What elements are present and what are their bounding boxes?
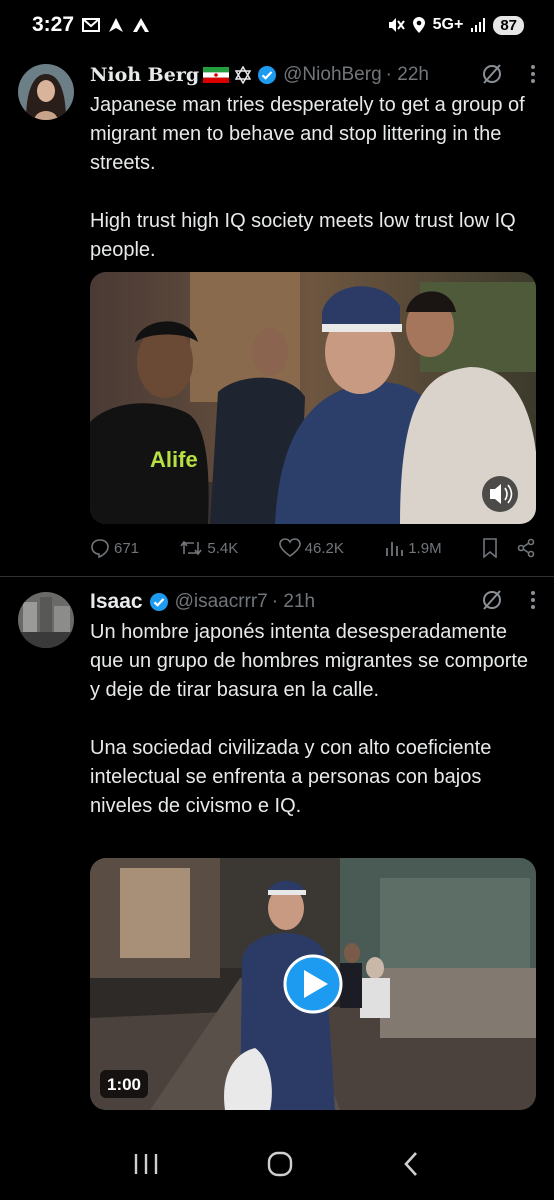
tweet-paragraph: High trust high IQ society meets low tru…: [90, 210, 516, 261]
status-left: 3:27: [32, 13, 150, 37]
views-icon: [386, 542, 404, 556]
timestamp[interactable]: · 21h: [272, 591, 315, 613]
video-player[interactable]: 1:00: [90, 858, 536, 1110]
tweet-header: Isaac @isaacrrr7 · 21h: [90, 590, 536, 614]
like-button[interactable]: 46.2K: [278, 538, 344, 558]
recent-apps-icon[interactable]: [133, 1152, 159, 1176]
heart-icon: [278, 538, 301, 557]
display-name[interactable]: Isaac: [90, 590, 143, 614]
video-duration: 1:00: [107, 1075, 141, 1094]
handle[interactable]: @isaacrrr7: [175, 591, 268, 613]
header-actions: [480, 588, 536, 612]
verified-badge-icon: [257, 65, 277, 85]
timestamp[interactable]: · 22h: [386, 64, 429, 86]
avatar[interactable]: [18, 64, 74, 120]
video-thumbnail: 1:00: [90, 858, 536, 1110]
avatar[interactable]: [18, 592, 74, 648]
battery-indicator: 87: [493, 15, 524, 35]
header-actions: [480, 62, 536, 86]
location-icon: [412, 16, 426, 34]
like-count: 46.2K: [304, 539, 344, 557]
tweet-text: Un hombre japonés intenta desesperadamen…: [90, 618, 536, 821]
handle[interactable]: @NiohBerg: [283, 64, 382, 86]
more-options-icon[interactable]: [530, 64, 536, 84]
action-bar: 671 5.4K 46.2K 1.9M: [90, 538, 536, 558]
system-nav-bar: [0, 1128, 554, 1200]
status-right: 5G+ 87: [387, 15, 524, 35]
status-bar: 3:27 5G+ 87: [0, 0, 554, 50]
tweet[interactable]: Isaac @isaacrrr7 · 21h Un hombre japonés…: [0, 578, 554, 1128]
network-type: 5G+: [432, 16, 464, 33]
views-button[interactable]: 1.9M: [384, 538, 442, 558]
reply-button[interactable]: 671: [90, 538, 139, 558]
status-time: 3:27: [32, 13, 75, 36]
retweet-count: 5.4K: [207, 539, 239, 557]
verified-badge-icon: [149, 592, 169, 612]
signal-icon: [470, 17, 486, 33]
tweet-paragraph: Una sociedad civilizada y con alto coefi…: [90, 737, 492, 817]
share-icon[interactable]: [516, 538, 536, 558]
action-right: [482, 538, 536, 558]
app-a-icon: [132, 17, 150, 33]
more-options-icon[interactable]: [530, 590, 536, 610]
gmail-icon: [82, 18, 101, 32]
tweet-header: Nioh Berg @NiohBerg · 22h: [90, 64, 536, 86]
reply-count: 671: [114, 539, 140, 557]
retweet-button[interactable]: 5.4K: [179, 538, 238, 558]
nav-arrow-icon: [108, 17, 124, 33]
tweet-text: Japanese man tries desperately to get a …: [90, 91, 536, 265]
back-icon[interactable]: [401, 1151, 421, 1177]
mute-icon: [387, 16, 405, 34]
video-player[interactable]: Alife: [90, 272, 536, 524]
display-name[interactable]: Nioh Berg: [90, 64, 199, 86]
retweet-icon: [180, 540, 203, 556]
tweet-paragraph: Japanese man tries desperately to get a …: [90, 94, 525, 174]
star-of-david-icon: [235, 66, 252, 84]
grok-icon[interactable]: [480, 588, 504, 612]
tweet-paragraph: Un hombre japonés intenta desesperadamen…: [90, 621, 529, 701]
views-count: 1.9M: [408, 539, 442, 557]
tweet[interactable]: Nioh Berg @NiohBerg · 22h Japanese man t…: [0, 50, 554, 577]
bookmark-icon[interactable]: [482, 538, 498, 558]
grok-icon[interactable]: [480, 62, 504, 86]
video-thumbnail: Alife: [90, 272, 536, 524]
home-icon[interactable]: [266, 1150, 294, 1178]
shirt-text: Alife: [150, 447, 198, 472]
reply-icon: [91, 539, 109, 558]
iran-flag-icon: [203, 67, 230, 83]
